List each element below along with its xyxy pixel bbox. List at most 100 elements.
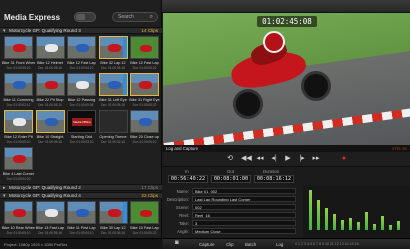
reel-field[interactable]: Reel_16: [192, 212, 296, 218]
clip-thumbnail[interactable]: [130, 201, 159, 224]
camera-icon[interactable]: ◙: [175, 240, 179, 246]
clip-thumbnail[interactable]: [4, 110, 33, 133]
search-field[interactable]: Search ⌕: [112, 12, 158, 22]
thumbnail-view-icon[interactable]: [76, 14, 85, 20]
clip-item[interactable]: Bike 30 Lap 12 Dur: 01:00:06:16: [97, 201, 130, 241]
clip-duration: Dur: 01:00:05:10: [6, 231, 31, 235]
bin-clip-count: 14 Clips: [141, 28, 158, 33]
name-field[interactable]: Bike 01_002: [192, 188, 296, 194]
clip-item[interactable]: Media Offline Starting Grid Dur: 01:00:03:…: [65, 110, 98, 150]
bin-header[interactable]: ▾ Motorcycle GP: Qualifying Round 4 22 Cli…: [0, 192, 162, 199]
take-field[interactable]: 3: [192, 220, 296, 226]
clip-thumbnail[interactable]: [130, 36, 159, 59]
disclosure-right-icon[interactable]: ▸: [3, 185, 6, 191]
clip-item[interactable]: Bike 31 Left Eye Dur: 01:00:05:16: [97, 73, 130, 113]
bin-header[interactable]: ▸ Motorcycle GP: Qualifying Round 2 17 Cli…: [0, 184, 162, 191]
clip-item[interactable]: Bike 12 Passing Dur: 01:00:05:08: [65, 73, 98, 113]
clip-item[interactable]: Bike 12 Fast Lap Dur: 01:00:04:10: [65, 36, 98, 76]
clip-thumbnail[interactable]: [35, 36, 65, 59]
clip-metadata-form: Name: Bike 01_002 Description: Last Lap …: [163, 186, 303, 238]
in-timecode[interactable]: 00:56:40:22: [168, 175, 208, 183]
clip-item[interactable]: Bike 20 Close up Dur: 01:00:05:10: [128, 110, 161, 150]
clip-item[interactable]: Bike 10 Fast Lap Dur: 01:00:05:22: [128, 201, 161, 241]
clip-item[interactable]: Opening Theme Dur: 01:00:02:16: [97, 110, 130, 150]
viewer-status-bar: Log and Capture VTR: 2K: [163, 145, 410, 152]
clip-name: Bike 12 Enter Pit: [4, 135, 33, 139]
clip-item[interactable]: Bike 12 Fast Lap Dur: 01:00:05:22: [128, 36, 161, 76]
clip-thumbnail[interactable]: [98, 73, 128, 96]
clip-thumbnail[interactable]: [130, 110, 159, 133]
clip-thumbnail[interactable]: [67, 201, 96, 224]
clip-thumbnail[interactable]: [35, 110, 65, 133]
view-mode-toggle[interactable]: [74, 12, 96, 22]
step-back-icon[interactable]: ◂|: [269, 154, 279, 163]
vtr-status: VTR: 2K: [391, 146, 407, 151]
clip-duration: Dur: 01:00:05:16: [101, 103, 125, 107]
rewind-icon[interactable]: ◂◂: [255, 154, 265, 163]
disclosure-down-icon[interactable]: ▾: [3, 193, 6, 199]
step-forward-icon[interactable]: |▸: [297, 154, 307, 163]
clip-thumbnail[interactable]: [4, 36, 33, 59]
thumbnail-image-part: [140, 45, 152, 52]
record-icon[interactable]: ●: [339, 154, 349, 163]
thumbnail-image-part: [122, 74, 127, 95]
clip-thumbnail[interactable]: [4, 201, 33, 224]
out-timecode[interactable]: 00:08:01:00: [211, 175, 251, 183]
clip-item[interactable]: Bike 31 Right Eye Dur: 01:00:05:22: [128, 73, 161, 113]
clip-thumbnail[interactable]: [67, 36, 96, 59]
clip-thumbnail[interactable]: [130, 73, 159, 96]
jog-back-icon[interactable]: ◀◀: [241, 154, 252, 163]
audio-level-bar: [317, 200, 320, 230]
thumbnail-image-part: [139, 118, 152, 126]
video-viewer[interactable]: 01:02:45:08: [163, 13, 410, 145]
audio-level-bar: [325, 208, 328, 230]
clip-duration: Dur: 01:00:04:10: [69, 66, 94, 70]
audio-level-bar: [349, 218, 352, 230]
thumbnail-image-part: [76, 44, 89, 52]
clip-item[interactable]: Bike 11 First Lap Dur: 01:00:04:10: [65, 201, 98, 241]
loop-icon[interactable]: ⟲: [225, 154, 235, 163]
clip-thumbnail[interactable]: [98, 36, 128, 59]
clip-thumbnail[interactable]: [4, 73, 33, 96]
clip-button[interactable]: Clip: [226, 242, 234, 247]
disclosure-down-icon[interactable]: ▾: [3, 28, 6, 34]
batch-button[interactable]: Batch: [245, 242, 256, 247]
clip-item[interactable]: Bike 12 Enter Pit Dur: 01:00:05:10: [2, 110, 35, 150]
clip-name: Bike 30 Lap 12: [100, 226, 126, 230]
clip-thumbnail[interactable]: [35, 201, 65, 224]
bin-name: Motorcycle GP: Qualifying Round 3: [9, 28, 81, 33]
clip-thumbnail[interactable]: [67, 73, 96, 96]
clip-name: Bike 10 Straight: [36, 135, 64, 139]
clip-name: Bike 13 Fast Lap: [35, 226, 65, 230]
clip-thumbnail[interactable]: [35, 73, 65, 96]
clip-duration: Dur: 01:00:05:22: [132, 231, 157, 235]
in-out-panel: In 00:56:40:22 Out 00:08:01:00 Duration …: [163, 166, 410, 186]
play-icon[interactable]: ▶: [283, 154, 293, 163]
log-button[interactable]: Log: [276, 242, 283, 247]
angle-field[interactable]: Medium Close: [192, 228, 296, 234]
clip-item[interactable]: Bike 10 Rear Wheel Dur: 01:00:05:10: [2, 201, 35, 241]
clip-thumbnail[interactable]: [98, 201, 128, 224]
clip-item[interactable]: Bike 22 Pit Stop Dur: 01:00:05:10: [34, 73, 67, 113]
clip-item[interactable]: Bike 10 Straight Dur: 01:00:05:16: [34, 110, 67, 150]
transport-controls: ⟲ ◀◀ ◂◂ ◂| ▶ |▸ ▸▸ ●: [163, 152, 410, 166]
fast-forward-icon[interactable]: ▸▸: [311, 154, 321, 163]
clip-item[interactable]: Bike 4 Last Corner Dur: 01:00:04:20: [2, 147, 35, 187]
clip-thumbnail[interactable]: [98, 110, 128, 133]
clip-item[interactable]: Bike 12 Helmet Dur: 01:00:05:16: [34, 36, 67, 76]
description-field[interactable]: Last Lap Rounding Last Corner: [192, 196, 296, 202]
scene-label: Scene:: [175, 205, 189, 210]
audio-level-bar: [373, 224, 376, 230]
clip-thumbnail[interactable]: [4, 147, 33, 170]
clip-thumbnail[interactable]: Media Offline: [67, 110, 96, 133]
bin-header[interactable]: ▾ Motorcycle GP: Qualifying Round 3 14 Cli…: [0, 27, 162, 34]
clip-item[interactable]: Bike 32 Lap 12 Dur: 01:00:06:16: [97, 36, 130, 76]
bin-name: Motorcycle GP: Qualifying Round 2: [9, 185, 81, 190]
clip-item[interactable]: Bike 11 Cornering Dur: 01:00:02:12: [2, 73, 35, 113]
list-view-icon[interactable]: [86, 14, 95, 20]
scene-field[interactable]: 002: [192, 204, 296, 210]
clip-item[interactable]: Bike 31 Front Wheel Dur: 01:00:05:10: [2, 36, 35, 76]
bin-clip-count: 17 Clips: [141, 185, 158, 190]
capture-button[interactable]: Capture: [199, 242, 215, 247]
clip-item[interactable]: Bike 13 Fast Lap Dur: 01:00:05:16: [34, 201, 67, 241]
